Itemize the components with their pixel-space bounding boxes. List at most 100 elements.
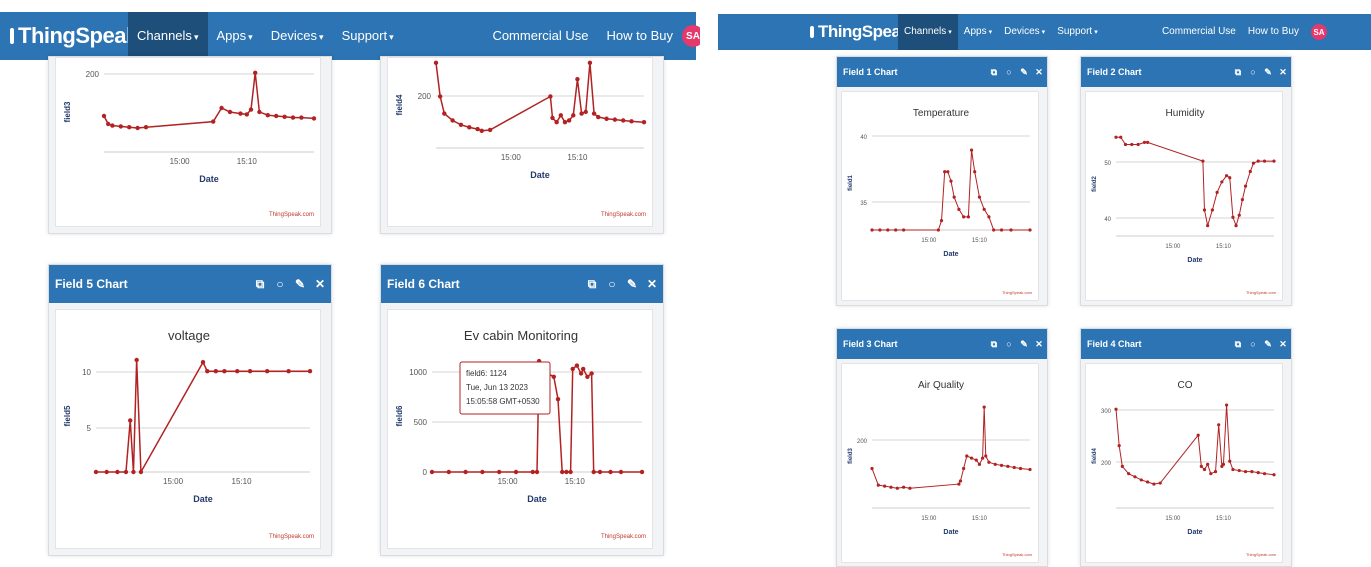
data-point: [1199, 464, 1203, 468]
external-link-icon[interactable]: ⧉: [251, 275, 269, 293]
nav-support[interactable]: Support ▾: [1051, 14, 1104, 50]
external-link-icon[interactable]: ⧉: [583, 275, 601, 293]
pencil-icon[interactable]: ✎: [1261, 65, 1275, 79]
nav-right: Commercial Use How to Buy SA: [1156, 14, 1371, 50]
close-icon[interactable]: ✕: [311, 275, 329, 293]
data-point: [591, 111, 597, 116]
x-axis-label: Date: [943, 529, 958, 536]
data-point: [949, 179, 953, 183]
comment-icon[interactable]: ○: [1002, 337, 1016, 351]
data-point: [513, 469, 519, 475]
nav-channels[interactable]: Channels ▾: [898, 14, 958, 50]
close-icon[interactable]: ✕: [1032, 65, 1046, 79]
data-point: [1228, 176, 1232, 180]
line-chart-svg: Ev cabin Monitoring 1000 500 0 15:00 15:10 Dat…: [395, 328, 646, 540]
chart-card-field2: Field 2 Chart ⧉ ○ ✎ ✕ Humidity 50 40 15:00 1…: [1080, 56, 1292, 306]
card-tools: ⧉ ○ ✎ ✕: [987, 337, 1047, 351]
external-link-icon[interactable]: ⧉: [987, 337, 1001, 351]
series-line: [103, 72, 315, 129]
y-tick-label: 200: [86, 70, 100, 79]
chart-title: Ev cabin Monitoring: [464, 328, 578, 343]
series-line: [435, 62, 645, 132]
x-axis-label: Date: [943, 251, 958, 258]
pencil-icon[interactable]: ✎: [291, 275, 309, 293]
chart-title: Humidity: [1166, 108, 1205, 119]
data-point: [274, 113, 279, 119]
nav-devices[interactable]: Devices ▾: [998, 14, 1051, 50]
y-tick-label: 5: [87, 424, 92, 433]
chart-credit: ThingSpeak.com: [1246, 290, 1277, 295]
card-header: Field 1 Chart ⧉ ○ ✎ ✕: [837, 57, 1047, 87]
x-axis-label: Date: [199, 174, 219, 184]
data-point: [946, 170, 950, 174]
data-point: [579, 111, 584, 116]
data-point: [1142, 140, 1147, 144]
chart-credit: ThingSpeak.com: [269, 534, 314, 540]
x-tick-label: 15:00: [1165, 516, 1181, 522]
data-point: [222, 369, 227, 374]
nav-commercial-use[interactable]: Commercial Use: [483, 12, 597, 60]
nav-devices[interactable]: Devices ▾: [262, 12, 333, 60]
pencil-icon[interactable]: ✎: [1017, 337, 1031, 351]
comment-icon[interactable]: ○: [1002, 65, 1016, 79]
comment-icon[interactable]: ○: [271, 275, 289, 293]
line-chart-svg: Air Quality 200 15:00 15:10 Date field3 ThingS…: [848, 380, 1033, 557]
data-point: [895, 486, 899, 490]
comment-icon[interactable]: ○: [1246, 65, 1260, 79]
data-point: [135, 125, 140, 131]
nav-how-to-buy[interactable]: How to Buy: [598, 12, 682, 60]
nav-apps[interactable]: Apps ▾: [208, 12, 262, 60]
data-point: [1012, 465, 1016, 470]
card-tools: ⧉ ○ ✎ ✕: [1231, 65, 1291, 79]
nav-apps[interactable]: Apps ▾: [958, 14, 998, 50]
data-point: [886, 228, 890, 232]
external-link-icon[interactable]: ⧉: [1231, 65, 1245, 79]
data-point: [1196, 433, 1200, 437]
data-point: [213, 369, 219, 374]
avatar[interactable]: SA: [1311, 24, 1327, 40]
data-point: [952, 195, 956, 199]
data-point: [1136, 142, 1140, 147]
x-tick-label: 15:00: [163, 477, 184, 486]
nav-support[interactable]: Support ▾: [333, 12, 403, 60]
data-point: [1120, 464, 1124, 468]
data-point: [560, 469, 565, 475]
data-point: [982, 207, 986, 211]
chart-box: voltage 10 5 15:00 15:10 Date field5 ThingSpeak…: [55, 309, 321, 549]
close-icon[interactable]: ✕: [1276, 337, 1290, 351]
pencil-icon[interactable]: ✎: [1017, 65, 1031, 79]
external-link-icon[interactable]: ⧉: [1231, 337, 1245, 351]
external-link-icon[interactable]: ⧉: [987, 65, 1001, 79]
nav-how-to-buy[interactable]: How to Buy: [1242, 14, 1305, 50]
pencil-icon[interactable]: ✎: [1261, 337, 1275, 351]
avatar[interactable]: SA: [682, 25, 700, 47]
nav-channels[interactable]: Channels ▾: [128, 12, 208, 60]
brand-logo[interactable]: ThingSpeak™: [0, 23, 151, 49]
y-axis-label: field4: [395, 94, 404, 115]
pencil-icon[interactable]: ✎: [623, 275, 641, 293]
close-icon[interactable]: ✕: [643, 275, 661, 293]
data-point: [999, 228, 1004, 232]
y-axis-label: field3: [848, 448, 854, 464]
data-point: [1133, 475, 1137, 479]
data-point: [1206, 462, 1210, 466]
data-point: [1114, 135, 1118, 139]
chart-box: 200 15:00 15:10 Date field3 ThingSpeak.com: [55, 57, 321, 227]
data-point: [530, 469, 535, 475]
data-point: [1272, 473, 1276, 477]
data-point: [974, 458, 978, 462]
comment-icon[interactable]: ○: [1246, 337, 1260, 351]
data-point: [1119, 135, 1123, 139]
comment-icon[interactable]: ○: [603, 275, 621, 293]
data-point: [1231, 467, 1235, 472]
data-point: [984, 454, 988, 458]
x-tick-label: 15:00: [501, 153, 522, 162]
x-tick-label: 15:00: [498, 477, 519, 486]
line-chart-svg: Humidity 50 40 15:00 15:10 Date field2 ThingSpe…: [1092, 108, 1277, 295]
nav-commercial-use[interactable]: Commercial Use: [1156, 14, 1242, 50]
brand-logo[interactable]: ThingSpeak™: [718, 22, 920, 42]
data-point: [1231, 215, 1235, 219]
chart-title: voltage: [168, 328, 210, 343]
close-icon[interactable]: ✕: [1276, 65, 1290, 79]
close-icon[interactable]: ✕: [1032, 337, 1046, 351]
